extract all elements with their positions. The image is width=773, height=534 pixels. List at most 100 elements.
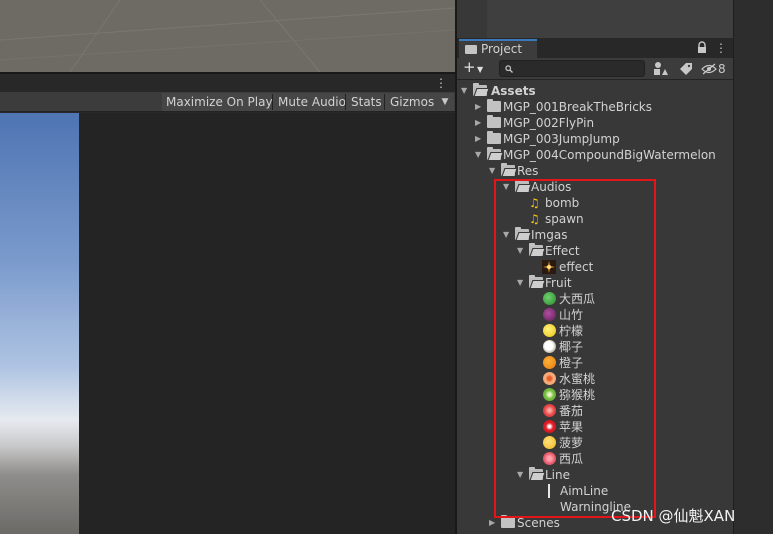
maximize-on-play-button[interactable]: Maximize On Play: [162, 93, 277, 111]
tree-item-label: 椰子: [559, 340, 584, 354]
folder-open-icon: [529, 243, 545, 257]
expand-arrow-icon[interactable]: ▼: [517, 467, 527, 483]
expand-arrow-icon[interactable]: ▼: [503, 179, 513, 195]
toolbar-separator: [384, 94, 385, 110]
fruit-sprite-icon: [543, 452, 556, 465]
folder-icon: [487, 131, 501, 145]
stats-button[interactable]: Stats: [347, 93, 386, 111]
hierarchy-panel-bottom: [457, 0, 773, 38]
game-view-viewport[interactable]: [0, 113, 79, 534]
tree-item-label: Effect: [545, 244, 580, 258]
expand-arrow-icon[interactable]: ▼: [461, 83, 471, 99]
filter-by-label-icon[interactable]: [677, 60, 695, 78]
filter-by-type-icon[interactable]: [652, 60, 670, 78]
hidden-count: 8: [718, 62, 726, 76]
toolbar-separator: [345, 94, 346, 110]
game-menu-icon[interactable]: ⋮: [435, 74, 447, 92]
folder-open-icon: [515, 227, 531, 241]
search-icon: [505, 65, 513, 73]
tree-item-label: MGP_003JumpJump: [503, 132, 620, 146]
create-button[interactable]: + ▼: [461, 58, 487, 78]
project-toolbar: + ▼ 8: [457, 58, 733, 80]
mute-audio-button[interactable]: Mute Audio: [274, 93, 350, 111]
hidden-packages-button[interactable]: 8: [701, 60, 731, 78]
dropdown-arrow-icon: ▼: [477, 65, 484, 74]
expand-arrow-icon[interactable]: ▼: [517, 275, 527, 291]
tree-item-label: Assets: [491, 84, 536, 98]
toolbar-separator: [272, 94, 273, 110]
line-sprite-icon: [548, 484, 550, 498]
project-tab-bar: Project ⋮: [457, 38, 733, 58]
tree-item-label: MGP_002FlyPin: [503, 116, 595, 130]
lock-icon[interactable]: [697, 41, 707, 54]
tree-item-label: 大西瓜: [559, 292, 596, 306]
expand-arrow-icon[interactable]: ▼: [517, 243, 527, 259]
fruit-sprite-icon: [543, 324, 556, 337]
scene-view[interactable]: [0, 0, 455, 72]
gizmos-dropdown-icon[interactable]: ▼: [436, 93, 454, 111]
tree-item-label: Res: [517, 164, 539, 178]
fruit-sprite-icon: [543, 436, 556, 449]
tree-item-label: MGP_001BreakTheBricks: [503, 100, 652, 114]
tree-item-label: 菠萝: [559, 436, 584, 450]
folder-open-icon: [487, 147, 503, 161]
fruit-sprite-icon: [543, 340, 556, 353]
fruit-sprite-icon: [543, 420, 556, 433]
folder-open-icon: [501, 163, 517, 177]
tree-item-label: Fruit: [545, 276, 572, 290]
tree-item-label: 猕猴桃: [559, 388, 596, 402]
fruit-sprite-icon: [543, 388, 556, 401]
fruit-sprite-icon: [543, 292, 556, 305]
folder-open-icon: [515, 179, 531, 193]
collapse-arrow-icon[interactable]: ▶: [475, 131, 485, 147]
tree-item-label: Line: [545, 468, 571, 482]
tree-item-label: 柠檬: [559, 324, 584, 338]
watermark: CSDN @仙魁XAN: [611, 507, 736, 525]
tree-item-label: Audios: [531, 180, 572, 194]
fruit-sprite-icon: [543, 404, 556, 417]
folder-open-icon: [529, 275, 545, 289]
collapse-arrow-icon[interactable]: ▶: [489, 515, 499, 531]
tree-item-label: 苹果: [559, 420, 584, 434]
tree-item-label: 水蜜桃: [559, 372, 596, 386]
fruit-sprite-icon: [543, 308, 556, 321]
tab-project[interactable]: Project: [459, 39, 537, 58]
expand-arrow-icon[interactable]: ▼: [489, 163, 499, 179]
expand-arrow-icon[interactable]: ▼: [475, 147, 485, 163]
folder-icon: [487, 115, 501, 129]
tree-item-label: spawn: [545, 212, 584, 226]
tree-item-label: 西瓜: [559, 452, 584, 466]
expand-arrow-icon[interactable]: ▼: [503, 227, 513, 243]
tree-item-label: MGP_004CompoundBigWatermelon: [503, 148, 716, 162]
audio-clip-icon: ♫: [529, 196, 540, 210]
tree-item-label: 橙子: [559, 356, 584, 370]
tree-item-label: effect: [559, 260, 594, 274]
tree-item-label: 番茄: [559, 404, 584, 418]
tree-item-label: 山竹: [559, 308, 584, 322]
more-options-icon[interactable]: ⋮: [715, 39, 727, 57]
game-tab-bar: ⋮: [0, 74, 455, 92]
search-input[interactable]: [499, 60, 645, 77]
game-view-background: [79, 113, 455, 534]
gizmos-button[interactable]: Gizmos: [386, 93, 439, 111]
fruit-sprite-icon: [543, 372, 556, 385]
tree-item-label: bomb: [545, 196, 580, 210]
right-panel-strip: [733, 0, 773, 534]
audio-clip-icon: ♫: [529, 212, 540, 226]
scene-grid: [0, 0, 455, 72]
project-folder-icon: [465, 45, 477, 54]
fruit-sprite-icon: [543, 356, 556, 369]
folder-icon: [487, 99, 501, 113]
tab-project-label: Project: [481, 42, 523, 56]
folder-icon: [501, 515, 515, 529]
collapse-arrow-icon[interactable]: ▶: [475, 115, 485, 131]
folder-open-icon: [529, 467, 545, 481]
effect-sprite-icon: [542, 260, 556, 274]
collapse-arrow-icon[interactable]: ▶: [475, 99, 485, 115]
hierarchy-panel-content: [487, 0, 733, 38]
tree-item-label: Scenes: [517, 516, 560, 530]
tree-item-label: AimLine: [560, 484, 609, 498]
tree-item-label: Imgas: [531, 228, 568, 242]
plus-icon: +: [463, 58, 476, 76]
eye-slash-icon: [701, 63, 717, 75]
